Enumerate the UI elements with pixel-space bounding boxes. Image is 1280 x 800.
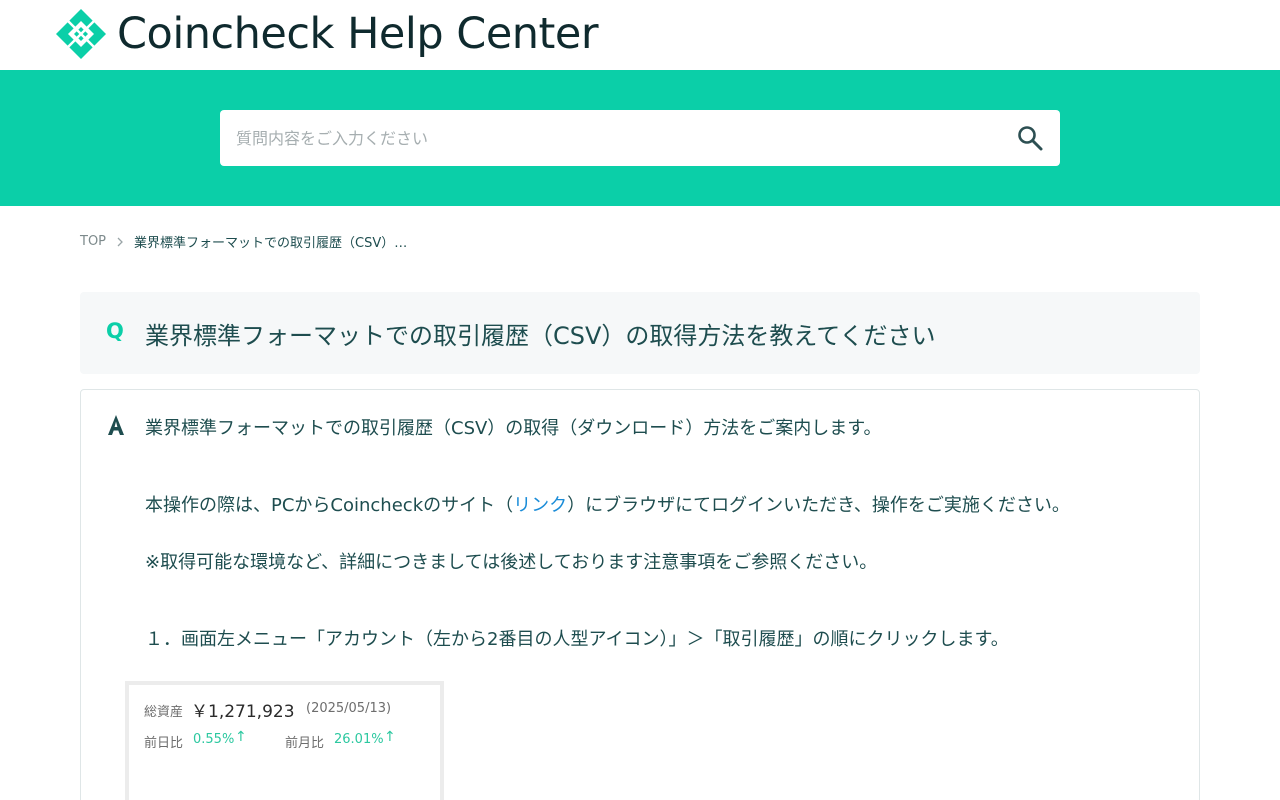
- answer-login-text-after: ）にブラウザにてログインいただき、操作をご実施ください。: [567, 495, 1070, 516]
- assets-date: (2025/05/13): [306, 701, 392, 716]
- day-change-value: 0.55%: [193, 732, 235, 747]
- home-logo-link[interactable]: Coincheck Help Center: [55, 8, 599, 60]
- breadcrumb-current: 業界標準フォーマットでの取引履歴（CSV）…: [134, 236, 408, 251]
- screenshot-content: 総資産 ￥1,271,923 (2025/05/13) 前日比 0.55% ↑ …: [129, 685, 440, 800]
- up-arrow-icon: ↑: [235, 729, 247, 745]
- search-box: [220, 110, 1060, 166]
- site-header: Coincheck Help Center: [0, 0, 1280, 70]
- month-change-label: 前月比: [285, 736, 325, 751]
- answer-box: 業界標準フォーマットでの取引履歴（CSV）の取得（ダウンロード）方法をご案内しま…: [80, 389, 1200, 800]
- question-mark-label: Q: [106, 319, 124, 343]
- coincheck-site-link[interactable]: リンク: [513, 495, 567, 516]
- answer-note: ※取得可能な環境など、詳細につきましては後述しております注意事項をご参照ください…: [145, 552, 878, 573]
- logo-text: Coincheck Help Center: [117, 9, 599, 59]
- search-hero: [0, 70, 1280, 206]
- answer-login-instruction: 本操作の際は、PCからCoincheckのサイト（リンク）にブラウザにてログイン…: [145, 491, 1070, 517]
- page-title: 業界標準フォーマットでの取引履歴（CSV）の取得方法を教えてください: [145, 322, 936, 350]
- answer-mark-icon: [108, 415, 124, 435]
- month-change-value: 26.01%: [334, 732, 384, 747]
- breadcrumb: TOP 業界標準フォーマットでの取引履歴（CSV）…: [80, 232, 407, 251]
- search-input[interactable]: [220, 110, 1000, 166]
- up-arrow-icon: ↑: [384, 729, 396, 745]
- total-assets-value: ￥1,271,923: [191, 702, 295, 722]
- search-icon[interactable]: [1016, 124, 1044, 152]
- chevron-right-icon: [117, 237, 123, 246]
- question-box: Q 業界標準フォーマットでの取引履歴（CSV）の取得方法を教えてください: [80, 292, 1200, 374]
- answer-login-text-before: 本操作の際は、PCからCoincheckのサイト（: [145, 495, 514, 516]
- day-change-label: 前日比: [144, 736, 184, 751]
- coincheck-logo-icon: [56, 9, 106, 59]
- total-assets-label: 総資産: [144, 705, 184, 720]
- breadcrumb-top-link[interactable]: TOP: [80, 234, 106, 249]
- answer-intro: 業界標準フォーマットでの取引履歴（CSV）の取得（ダウンロード）方法をご案内しま…: [145, 418, 882, 439]
- step-1-screenshot: 総資産 ￥1,271,923 (2025/05/13) 前日比 0.55% ↑ …: [125, 681, 444, 800]
- answer-step-1: １．画面左メニュー「アカウント（左から2番目の人型アイコン）」＞「取引履歴」の順…: [145, 629, 1009, 650]
